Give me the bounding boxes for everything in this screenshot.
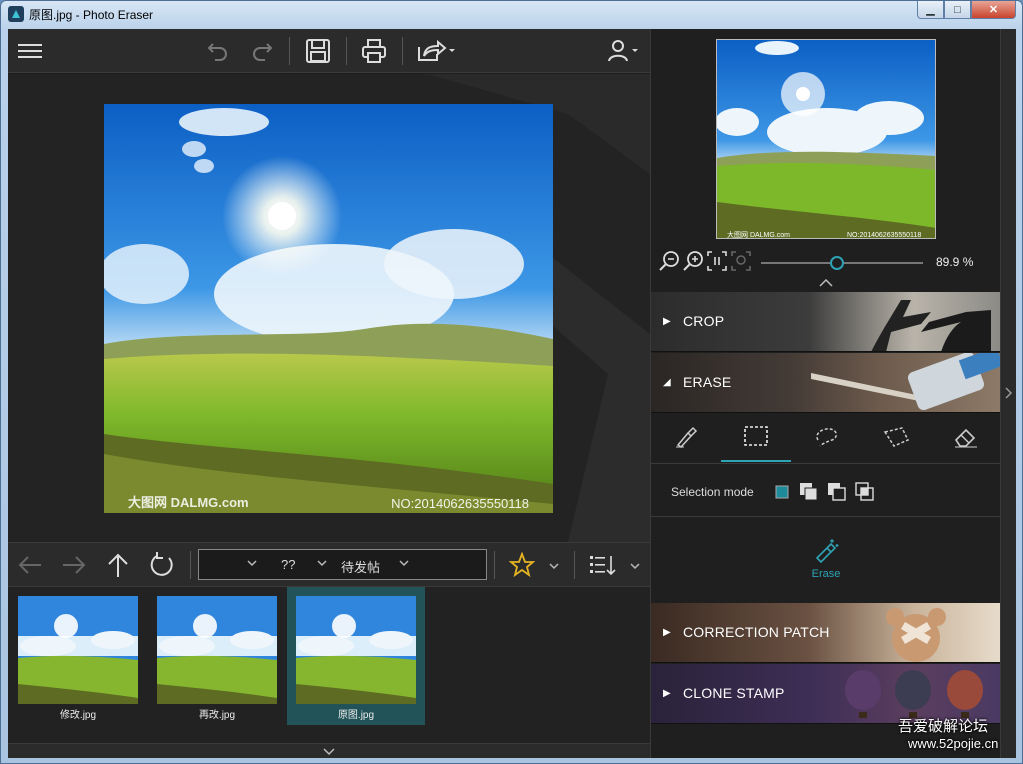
- image-viewer[interactable]: 大图网 DALMG.com NO:2014062635550118: [8, 74, 650, 542]
- expand-arrow-icon: ▶: [663, 688, 671, 699]
- erase-action-area: Erase: [651, 518, 1001, 602]
- brush-icon: [676, 426, 698, 448]
- browser-toolbar: ?? 待发帖: [8, 542, 650, 587]
- thumbnail-caption: 原图.jpg: [337, 710, 375, 721]
- thumbnail-image: [296, 596, 416, 704]
- zoom-bar: 89.9 %: [651, 247, 1001, 279]
- folder-path-bar[interactable]: ?? 待发帖: [198, 549, 487, 580]
- back-arrow-icon[interactable]: [16, 551, 44, 579]
- close-button[interactable]: ✕: [971, 1, 1016, 19]
- correction-patch-section-header[interactable]: ▶ CORRECTION PATCH: [651, 603, 1001, 663]
- minimize-button[interactable]: ▁: [917, 1, 944, 19]
- thumbnail-image: [157, 596, 277, 704]
- share-icon[interactable]: [414, 37, 458, 65]
- polygon-lasso-icon: [883, 427, 910, 447]
- path-segment-2[interactable]: 待发帖: [341, 557, 380, 576]
- forward-arrow-icon[interactable]: [60, 551, 88, 579]
- star-icon[interactable]: [508, 551, 536, 579]
- correction-banner-image: [886, 608, 946, 662]
- sort-dropdown-icon[interactable]: [630, 561, 640, 571]
- clone-stamp-label: CLONE STAMP: [683, 685, 785, 701]
- zoom-out-icon[interactable]: [657, 249, 681, 273]
- collapse-arrow-icon: ◢: [663, 377, 671, 388]
- site-watermark: 吾爱破解论坛 www.52pojie.cn: [898, 715, 998, 751]
- site-watermark-line1: 吾爱破解论坛: [898, 718, 989, 735]
- erase-section-header[interactable]: ◢ ERASE: [651, 353, 1001, 413]
- eraser-icon: [954, 428, 977, 448]
- app-icon: [8, 6, 24, 22]
- lasso-icon: [816, 428, 837, 447]
- expand-arrow-icon: ▶: [663, 316, 671, 327]
- erase-label: ERASE: [683, 374, 732, 390]
- zoom-value: 89.9 %: [936, 255, 974, 269]
- rect-select-icon: [744, 426, 768, 446]
- fit-to-window-icon[interactable]: [729, 249, 753, 273]
- save-icon[interactable]: [304, 37, 332, 65]
- filmstrip: 修改.jpg 再改.jpg 原图.jpg: [8, 587, 650, 745]
- right-panel: 大图网 DALMG.com NO:2014062635550118 89.9 %…: [650, 29, 1001, 758]
- filmstrip-toggle[interactable]: [8, 743, 650, 758]
- top-toolbar: [8, 29, 650, 73]
- title-bar[interactable]: 原图.jpg - Photo Eraser ▁ □ ✕: [1, 1, 1022, 28]
- brush-tool[interactable]: [651, 412, 721, 462]
- mode-intersect-icon[interactable]: [855, 482, 875, 502]
- crop-label: CROP: [683, 313, 725, 329]
- crop-banner-image: [871, 300, 991, 351]
- preview-watermark-left: 大图网 DALMG.com: [727, 230, 790, 239]
- eraser-tool[interactable]: [931, 412, 1001, 462]
- client-area: 大图网 DALMG.com NO:2014062635550118 ?? 待发帖…: [8, 29, 1016, 758]
- thumbnail-caption: 修改.jpg: [59, 710, 97, 721]
- chevron-right-icon[interactable]: [1005, 387, 1013, 399]
- redo-icon[interactable]: [248, 37, 276, 65]
- actual-size-icon[interactable]: [705, 249, 729, 273]
- thumbnail-item[interactable]: 修改.jpg: [9, 587, 147, 725]
- up-arrow-icon[interactable]: [104, 551, 132, 579]
- preview-watermark-right: NO:2014062635550118: [847, 232, 921, 239]
- lasso-tool[interactable]: [791, 412, 861, 462]
- path-segment-1[interactable]: ??: [281, 557, 295, 572]
- thumbnail-item[interactable]: 再改.jpg: [148, 587, 286, 725]
- correction-patch-label: CORRECTION PATCH: [683, 624, 830, 640]
- app-window: 原图.jpg - Photo Eraser ▁ □ ✕ 大图网 DALMG.co…: [0, 0, 1023, 764]
- chevron-down-icon[interactable]: [323, 747, 335, 757]
- crop-section-header[interactable]: ▶ CROP: [651, 292, 1001, 352]
- erase-tools: [651, 412, 1001, 464]
- watermark-right: NO:2014062635550118: [391, 496, 529, 511]
- undo-icon[interactable]: [204, 37, 232, 65]
- zoom-slider-knob[interactable]: [830, 256, 844, 270]
- collapse-navigator-icon[interactable]: [819, 279, 833, 287]
- menu-icon[interactable]: [16, 37, 44, 65]
- refresh-icon[interactable]: [148, 551, 176, 579]
- window-title: 原图.jpg - Photo Eraser: [29, 8, 154, 22]
- erase-button[interactable]: Erase: [651, 568, 1001, 580]
- selection-mode-row: Selection mode: [651, 465, 1001, 517]
- mode-new-icon[interactable]: [775, 485, 789, 499]
- maximize-button[interactable]: □: [944, 1, 971, 19]
- mode-add-icon[interactable]: [799, 482, 819, 502]
- thumbnail-image: [18, 596, 138, 704]
- rectangle-select-tool[interactable]: [721, 412, 791, 462]
- star-dropdown-icon[interactable]: [549, 561, 559, 571]
- zoom-in-icon[interactable]: [681, 249, 705, 273]
- erase-magic-icon[interactable]: [813, 538, 839, 564]
- user-icon[interactable]: [606, 37, 644, 65]
- expand-arrow-icon: ▶: [663, 627, 671, 638]
- right-panel-collapse-strip[interactable]: [1000, 29, 1016, 758]
- main-photo[interactable]: 大图网 DALMG.com NO:2014062635550118: [104, 104, 553, 513]
- site-watermark-line2: www.52pojie.cn: [908, 736, 999, 751]
- watermark-left: 大图网 DALMG.com: [128, 495, 249, 510]
- mode-subtract-icon[interactable]: [827, 482, 847, 502]
- thumbnail-caption: 再改.jpg: [198, 710, 236, 721]
- navigator-preview[interactable]: 大图网 DALMG.com NO:2014062635550118: [716, 39, 936, 239]
- print-icon[interactable]: [360, 37, 388, 65]
- selection-mode-label: Selection mode: [671, 485, 754, 499]
- erase-banner-image: [811, 353, 1001, 411]
- sort-icon[interactable]: [588, 551, 616, 579]
- thumbnail-item-selected[interactable]: 原图.jpg: [287, 587, 425, 725]
- polygon-lasso-tool[interactable]: [861, 412, 931, 462]
